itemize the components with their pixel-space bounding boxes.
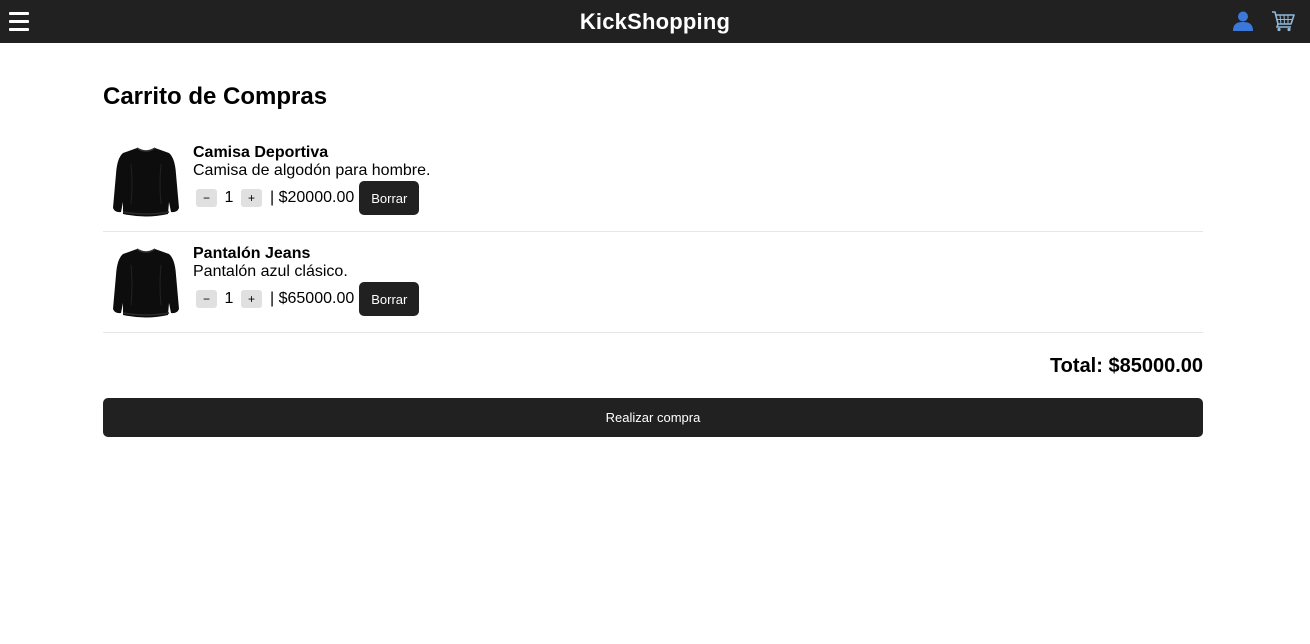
hamburger-menu-icon[interactable] bbox=[9, 7, 31, 35]
decrement-button[interactable]: − bbox=[196, 189, 217, 207]
brand-title[interactable]: KickShopping bbox=[580, 9, 730, 35]
item-price: | $20000.00 bbox=[270, 189, 355, 206]
cart-item: Camisa Deportiva Camisa de algodón para … bbox=[103, 131, 1203, 232]
decrement-button[interactable]: − bbox=[196, 290, 217, 308]
item-controls: − 1 + | $65000.00 Borrar bbox=[193, 282, 420, 316]
sweater-image bbox=[108, 242, 183, 322]
increment-button[interactable]: + bbox=[241, 189, 262, 207]
cart-total: Total: $85000.00 bbox=[1049, 355, 1203, 377]
shopping-cart-icon[interactable] bbox=[1270, 7, 1296, 35]
delete-button[interactable]: Borrar bbox=[359, 282, 420, 316]
cart-item-info: Pantalón Jeans Pantalón azul clásico. − … bbox=[193, 242, 420, 316]
user-icon[interactable] bbox=[1230, 7, 1256, 35]
cart-item: Pantalón Jeans Pantalón azul clásico. − … bbox=[103, 232, 1203, 333]
cart-item-info: Camisa Deportiva Camisa de algodón para … bbox=[193, 141, 430, 215]
item-description: Pantalón azul clásico. bbox=[193, 263, 348, 280]
sweater-image bbox=[108, 141, 183, 221]
increment-button[interactable]: + bbox=[241, 290, 262, 308]
item-name: Camisa Deportiva bbox=[193, 144, 329, 161]
item-name: Pantalón Jeans bbox=[193, 245, 311, 262]
item-controls: − 1 + | $20000.00 Borrar bbox=[193, 181, 430, 215]
nav-icons bbox=[1230, 7, 1296, 35]
cart-list: Camisa Deportiva Camisa de algodón para … bbox=[103, 131, 1203, 333]
top-navbar: KickShopping bbox=[0, 0, 1310, 43]
item-description: Camisa de algodón para hombre. bbox=[193, 162, 431, 179]
quantity-value: 1 bbox=[224, 189, 234, 206]
cart-container: Carrito de Compras Camisa Deportiva Cami… bbox=[103, 80, 1203, 437]
checkout-button[interactable]: Realizar compra bbox=[103, 398, 1203, 437]
item-price: | $65000.00 bbox=[270, 290, 355, 307]
page-title: Carrito de Compras bbox=[103, 83, 328, 110]
delete-button[interactable]: Borrar bbox=[359, 181, 420, 215]
quantity-value: 1 bbox=[224, 290, 234, 307]
